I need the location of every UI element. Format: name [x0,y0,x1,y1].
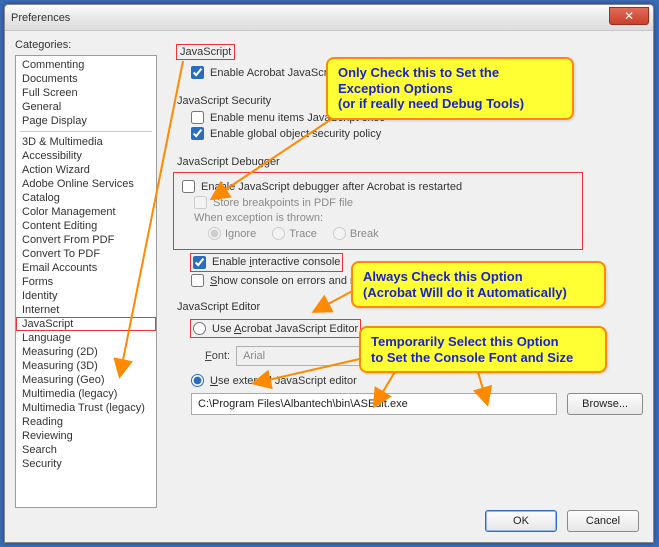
callout-debug-tools: Only Check this to Set the Exception Opt… [326,57,574,120]
enable-acrobat-javascript-label: Enable Acrobat JavaScript [210,67,339,79]
close-icon: ✕ [624,9,634,23]
category-item[interactable]: Adobe Online Services [16,177,156,191]
show-console-errors-checkbox[interactable] [191,274,204,287]
use-external-editor-label: Use external JavaScript editor [210,375,357,387]
category-separator [20,131,152,132]
category-item[interactable]: Security [16,457,156,471]
store-breakpoints-label: Store breakpoints in PDF file [213,197,353,209]
callout-always-check: Always Check this Option (Acrobat Will d… [351,261,606,308]
category-item[interactable]: General [16,100,156,114]
settings-panel: JavaScript Enable Acrobat JavaScript Jav… [157,39,643,502]
category-item[interactable]: Forms [16,275,156,289]
categories-listbox[interactable]: CommentingDocumentsFull ScreenGeneralPag… [15,55,157,508]
category-item[interactable]: Internet [16,303,156,317]
categories-label: Categories: [15,39,157,51]
category-item[interactable]: Multimedia (legacy) [16,387,156,401]
category-item[interactable]: Measuring (2D) [16,345,156,359]
category-item[interactable]: Measuring (3D) [16,359,156,373]
category-item[interactable]: Identity [16,289,156,303]
cancel-button[interactable]: Cancel [567,510,639,532]
ok-button[interactable]: OK [485,510,557,532]
categories-column: Categories: CommentingDocumentsFull Scre… [15,39,157,502]
exception-trace-radio [272,227,285,240]
use-external-editor-radio[interactable] [191,374,204,387]
debugger-group: Enable JavaScript debugger after Acrobat… [173,172,583,250]
category-item[interactable]: Language [16,331,156,345]
enable-interactive-console-label: nteractive console [252,256,341,268]
when-exception-label: When exception is thrown: [194,212,323,224]
category-item[interactable]: Accessibility [16,149,156,163]
category-item[interactable]: Action Wizard [16,163,156,177]
close-button[interactable]: ✕ [609,7,649,25]
store-breakpoints-checkbox [194,196,207,209]
browse-button[interactable]: Browse... [567,393,643,415]
category-item[interactable]: Commenting [16,58,156,72]
enable-interactive-console-checkbox[interactable] [193,256,206,269]
category-item[interactable]: Color Management [16,205,156,219]
category-item[interactable]: Documents [16,72,156,86]
callout-temporary-select: Temporarily Select this Option to Set th… [359,326,607,373]
exception-break-radio [333,227,346,240]
category-item[interactable]: Reviewing [16,429,156,443]
section-javascript: JavaScript [177,45,234,59]
category-item[interactable]: JavaScript [16,317,156,331]
category-item[interactable]: Catalog [16,191,156,205]
enable-global-security-checkbox[interactable] [191,127,204,140]
font-label: Font: [205,350,230,362]
category-item[interactable]: 3D & Multimedia [16,135,156,149]
category-item[interactable]: Measuring (Geo) [16,373,156,387]
category-item[interactable]: Full Screen [16,86,156,100]
category-item[interactable]: Email Accounts [16,261,156,275]
dialog-buttons: OK Cancel [485,510,639,532]
exception-ignore-radio [208,227,221,240]
content-area: Categories: CommentingDocumentsFull Scre… [5,31,653,542]
enable-global-security-label: Enable global object security policy [210,128,381,140]
category-item[interactable]: Convert To PDF [16,247,156,261]
category-item[interactable]: Content Editing [16,219,156,233]
enable-debugger-label: Enable JavaScript debugger after Acrobat… [201,181,462,193]
external-editor-path-input[interactable]: C:\Program Files\Albantech\bin\ASEdit.ex… [191,393,557,415]
exception-radio-group: Ignore Trace Break [208,227,576,240]
category-item[interactable]: Convert From PDF [16,233,156,247]
section-javascript-debugger: JavaScript Debugger [177,156,643,168]
enable-acrobat-javascript-checkbox[interactable] [191,66,204,79]
category-item[interactable]: Search [16,443,156,457]
window-title: Preferences [11,12,70,24]
category-item[interactable]: Page Display [16,114,156,128]
use-acrobat-editor-label: Use Acrobat JavaScript Editor [212,323,358,335]
category-item[interactable]: Multimedia Trust (legacy) [16,401,156,415]
category-item[interactable]: Reading [16,415,156,429]
preferences-dialog: Preferences ✕ Categories: CommentingDocu… [4,4,654,543]
use-acrobat-editor-radio[interactable] [193,322,206,335]
titlebar: Preferences ✕ [5,5,653,31]
enable-menu-exec-checkbox[interactable] [191,111,204,124]
enable-debugger-checkbox[interactable] [182,180,195,193]
